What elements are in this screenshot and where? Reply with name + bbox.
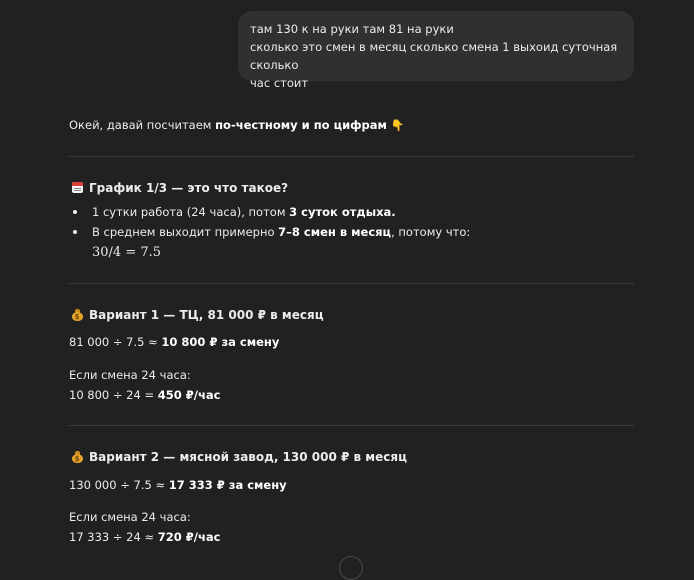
calculation-line: 10 800 ÷ 24 = 450 ₽/час <box>69 388 221 402</box>
section-heading-option-1: $ Вариант 1 — ТЦ, 81 000 ₽ в месяц <box>69 307 324 323</box>
calculation-line: 130 000 ÷ 7.5 ≈ 17 333 ₽ за смену <box>69 478 287 492</box>
section-title: Вариант 1 — ТЦ, 81 000 ₽ в месяц <box>89 308 324 322</box>
intro-bold-text: по-честному и по цифрам <box>215 118 387 132</box>
list-item-text: 1 сутки работа (24 часа), потом 3 суток … <box>92 205 396 219</box>
assistant-intro: Окей, давай посчитаем по-честному и по ц… <box>69 117 404 134</box>
divider <box>69 156 634 157</box>
section-heading-schedule: График 1/3 — это что такое? <box>69 180 288 196</box>
calculation-line: 81 000 ÷ 7.5 ≈ 10 800 ₽ за смену <box>69 335 280 349</box>
bullet-dot <box>73 210 77 214</box>
calendar-icon <box>69 180 85 196</box>
intro-text: Окей, давай посчитаем <box>69 118 216 132</box>
section-heading-option-2: $ Вариант 2 — мясной завод, 130 000 ₽ в м… <box>69 449 407 465</box>
money-bag-icon: $ <box>69 449 85 465</box>
pointing-down-icon: 👇 <box>390 119 405 132</box>
list-item-text: В среднем выходит примерно 7–8 смен в ме… <box>92 225 471 239</box>
user-message-bubble: там 130 к на руки там 81 на руки сколько… <box>238 11 634 90</box>
section-title: График 1/3 — это что такое? <box>89 181 289 195</box>
user-message-line: там 130 к на руки там 81 на руки <box>250 22 454 36</box>
user-message-line: сколько это смен в месяц сколько смена 1… <box>250 40 618 72</box>
note-text: Если смена 24 часа: <box>69 368 191 382</box>
scroll-down-button[interactable] <box>339 556 363 580</box>
math-formula: 30/4 = 7.5 <box>92 245 162 260</box>
divider <box>69 283 634 284</box>
note-text: Если смена 24 часа: <box>69 510 191 524</box>
section-title: Вариант 2 — мясной завод, 130 000 ₽ в ме… <box>89 450 407 464</box>
calculation-line: 17 333 ÷ 24 ≈ 720 ₽/час <box>69 530 221 544</box>
divider <box>69 425 634 426</box>
bullet-dot <box>73 230 77 234</box>
money-bag-icon: $ <box>69 307 85 323</box>
user-message-line: час стоит <box>250 76 309 90</box>
